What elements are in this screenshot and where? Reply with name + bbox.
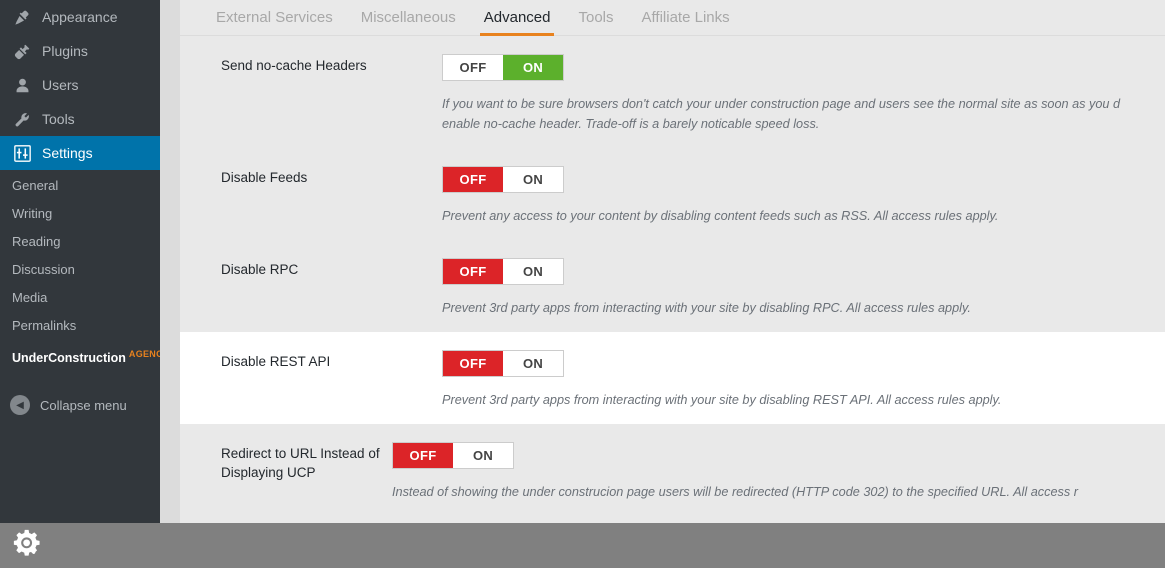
chevron-left-icon: ◀ [10,395,30,416]
admin-sidebar: Appearance Plugins Users Tools Settings … [0,0,169,523]
setting-label: Disable REST API [221,354,331,369]
toggle-off-option[interactable]: OFF [443,167,503,192]
setting-control: OFF ON If you want to be sure browsers d… [442,54,1165,134]
sidebar-item-plugins[interactable]: Plugins [0,34,160,68]
tab-affiliate-links[interactable]: Affiliate Links [628,9,744,35]
toggle-on-option[interactable]: ON [503,351,563,376]
sidebar-item-writing[interactable]: Writing [0,200,160,228]
sidebar-item-label: UnderConstruction [12,351,126,366]
toggle-off-option[interactable]: OFF [443,259,503,284]
setting-control: OFF ON Prevent 3rd party apps from inter… [442,258,1165,318]
tab-external-services[interactable]: External Services [202,9,347,35]
settings-tabs: External Services Miscellaneous Advanced… [180,0,1165,36]
toggle-disable-rest-api[interactable]: OFF ON [442,350,564,377]
sidebar-item-label: Users [42,77,79,93]
sidebar-item-permalinks[interactable]: Permalinks [0,312,160,340]
setting-description-line2: enable no-cache header. Trade-off is a b… [442,117,820,131]
plug-icon [12,41,32,61]
toggle-disable-rpc[interactable]: OFF ON [442,258,564,285]
gear-wrench-icon[interactable] [12,528,42,563]
sidebar-item-label: Tools [42,111,75,127]
sidebar-gutter [160,0,180,523]
wrench-icon [12,109,32,129]
sidebar-item-discussion[interactable]: Discussion [0,256,160,284]
setting-description: Prevent 3rd party apps from interacting … [442,393,1002,407]
sidebar-item-media[interactable]: Media [0,284,160,312]
setting-description: Prevent 3rd party apps from interacting … [442,301,971,315]
setting-control: OFF ON Instead of showing the under cons… [392,442,1165,502]
setting-label: Redirect to URL Instead of Displaying UC… [221,446,380,480]
settings-submenu: General Writing Reading Discussion Media… [0,170,169,379]
toggle-on-option[interactable]: ON [503,259,563,284]
setting-row-disable-feeds: Disable Feeds OFF ON Prevent any access … [180,148,1165,240]
toggle-send-no-cache-headers[interactable]: OFF ON [442,54,564,81]
setting-label: Send no-cache Headers [221,58,367,73]
toggle-off-option[interactable]: OFF [393,443,453,468]
sidebar-item-label: Plugins [42,43,88,59]
sliders-icon [12,143,32,163]
tab-tools[interactable]: Tools [564,9,627,35]
setting-row-disable-rest-api: Disable REST API OFF ON Prevent 3rd part… [180,332,1165,424]
setting-row-redirect-to-url: Redirect to URL Instead of Displaying UC… [180,424,1165,516]
toggle-on-option[interactable]: ON [503,167,563,192]
sidebar-item-appearance[interactable]: Appearance [0,0,160,34]
sidebar-item-general[interactable]: General [0,172,160,200]
toggle-on-option[interactable]: ON [503,55,563,80]
user-icon [12,75,32,95]
setting-control: OFF ON Prevent 3rd party apps from inter… [442,350,1165,410]
sidebar-item-underconstruction[interactable]: UnderConstruction AGENCY [0,340,169,372]
settings-content: External Services Miscellaneous Advanced… [180,0,1165,523]
setting-row-disable-rpc: Disable RPC OFF ON Prevent 3rd party app… [180,240,1165,332]
bottom-toolbar [0,523,1165,568]
setting-description: Instead of showing the under construcion… [392,485,1078,499]
setting-row-send-no-cache-headers: Send no-cache Headers OFF ON If you want… [180,36,1165,148]
toggle-redirect-to-url[interactable]: OFF ON [392,442,514,469]
sidebar-item-label: Settings [42,145,93,161]
sidebar-item-settings[interactable]: Settings [0,136,168,170]
toggle-off-option[interactable]: OFF [443,351,503,376]
toggle-off-option[interactable]: OFF [443,55,503,80]
admin-screen: Appearance Plugins Users Tools Settings … [0,0,1165,568]
collapse-menu-label: Collapse menu [40,397,127,413]
paintbrush-icon [12,7,32,27]
tab-advanced[interactable]: Advanced [470,9,565,36]
tab-miscellaneous[interactable]: Miscellaneous [347,9,470,35]
sidebar-item-label: Appearance [42,9,118,25]
sidebar-item-tools[interactable]: Tools [0,102,160,136]
setting-label: Disable Feeds [221,170,308,185]
setting-description: If you want to be sure browsers don't ca… [442,97,1121,111]
collapse-menu-button[interactable]: ◀ Collapse menu [0,388,160,422]
setting-description: Prevent any access to your content by di… [442,209,999,223]
toggle-on-option[interactable]: ON [453,443,513,468]
sidebar-item-users[interactable]: Users [0,68,160,102]
setting-control: OFF ON Prevent any access to your conten… [442,166,1165,226]
setting-label: Disable RPC [221,262,299,277]
toggle-disable-feeds[interactable]: OFF ON [442,166,564,193]
sidebar-item-reading[interactable]: Reading [0,228,160,256]
